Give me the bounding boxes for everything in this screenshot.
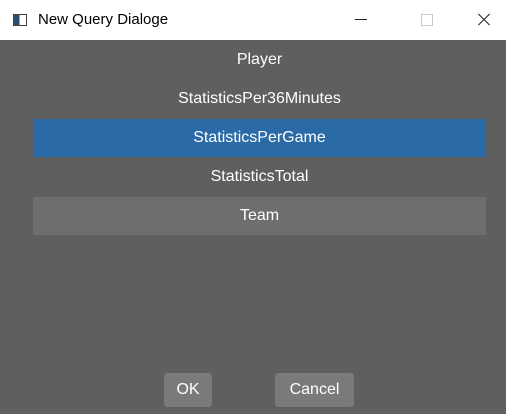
minimize-icon[interactable] [338,0,384,40]
cancel-button[interactable]: Cancel [275,373,354,407]
title-bar[interactable]: New Query Dialoge [0,0,506,40]
list-item-player[interactable]: Player [33,41,486,79]
app-window-icon [13,14,27,26]
list-item-statistics-per-36-minutes[interactable]: StatisticsPer36Minutes [33,80,486,118]
dialog-window: New Query Dialoge Player StatisticsPer36… [0,0,506,414]
window-title: New Query Dialoge [38,11,169,28]
list-item-team[interactable]: Team [33,197,486,235]
maximize-icon[interactable] [404,0,450,40]
ok-button[interactable]: OK [164,373,212,407]
list-item-statistics-per-game[interactable]: StatisticsPerGame [33,119,486,157]
query-table-list[interactable]: Player StatisticsPer36Minutes Statistics… [33,41,486,236]
close-icon[interactable] [460,0,506,40]
list-item-statistics-total[interactable]: StatisticsTotal [33,158,486,196]
